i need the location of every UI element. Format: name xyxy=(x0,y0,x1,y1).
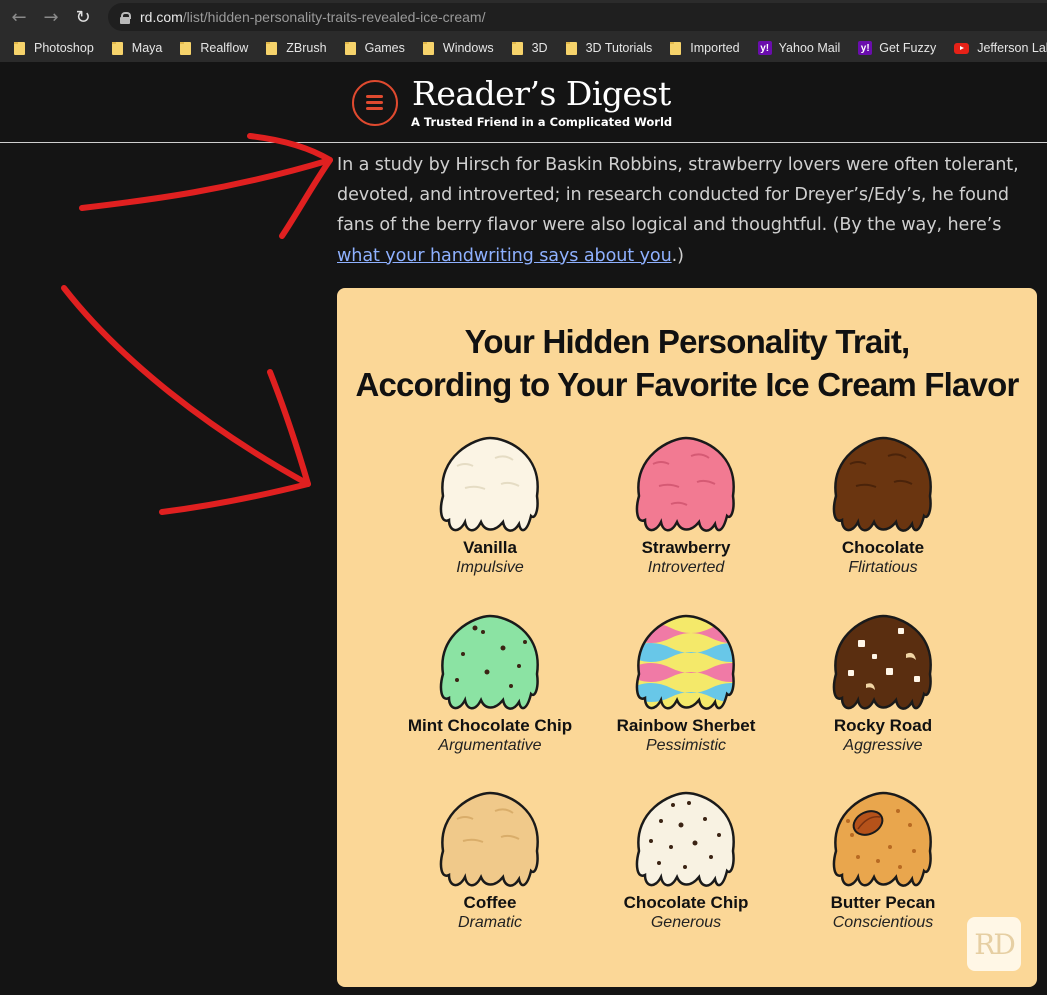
rainbow-sherbet-scoop-icon xyxy=(635,614,735,710)
bookmark-label: 3D xyxy=(531,41,548,55)
flavor-vanilla: Vanilla Impulsive xyxy=(390,436,590,578)
flavor-name: Strawberry xyxy=(641,538,731,557)
flavor-name: Rainbow Sherbet xyxy=(616,716,756,735)
site-header: Reader’s Digest A Trusted Friend in a Co… xyxy=(0,62,1047,143)
flavor-rocky-road: Rocky Road Aggressive xyxy=(783,614,983,756)
arrow-1-head-icon xyxy=(247,133,333,239)
mint-chip-scoop-icon xyxy=(439,614,539,710)
lock-icon xyxy=(120,11,131,24)
reload-icon[interactable]: ↻ xyxy=(70,4,96,30)
bookmark-label: Maya xyxy=(131,41,163,55)
address-bar[interactable]: rd.com/list/hidden-personality-traits-re… xyxy=(108,3,1047,31)
bookmark-maya[interactable]: Maya xyxy=(111,41,163,55)
flavor-trait: Dramatic xyxy=(457,914,522,931)
hamburger-menu-button[interactable] xyxy=(352,80,398,126)
article-paragraph: In a study by Hirsch for Baskin Robbins,… xyxy=(337,150,1037,271)
title-line-2: According to Your Favorite Ice Cream Fla… xyxy=(355,366,1019,403)
site-logo[interactable]: Reader’s Digest xyxy=(412,74,671,113)
flavor-name: Vanilla xyxy=(463,538,517,557)
browser-toolbar: ← → ↻ rd.com/list/hidden-personality-tra… xyxy=(0,0,1047,34)
forward-icon[interactable]: → xyxy=(38,4,64,30)
flavor-name: Mint Chocolate Chip xyxy=(407,716,573,735)
flavor-name: Butter Pecan xyxy=(830,893,936,912)
flavor-trait: Introverted xyxy=(647,559,725,576)
infographic-title: Your Hidden Personality Trait, According… xyxy=(337,320,1037,406)
folder-icon xyxy=(565,41,577,55)
flavor-butter-pecan: Butter Pecan Conscientious xyxy=(783,791,983,933)
title-line-1: Your Hidden Personality Trait, xyxy=(464,323,911,360)
ice-cream-infographic: Your Hidden Personality Trait, According… xyxy=(337,288,1037,987)
bookmark-label: Photoshop xyxy=(34,41,94,55)
bookmark-photoshop[interactable]: Photoshop xyxy=(14,41,94,55)
flavor-trait: Aggressive xyxy=(843,737,923,754)
flavor-trait: Conscientious xyxy=(832,914,934,931)
bookmark-label: ZBrush xyxy=(286,41,327,55)
bookmark-label: Realflow xyxy=(200,41,249,55)
bookmark-label: Imported xyxy=(690,41,740,55)
folder-icon xyxy=(511,41,523,55)
rocky-road-scoop-icon xyxy=(832,614,932,710)
bookmark-label: Yahoo Mail xyxy=(778,41,841,55)
bookmark-3d-tutorials[interactable]: 3D Tutorials xyxy=(565,41,653,55)
paragraph-text: In a study by Hirsch for Baskin Robbins,… xyxy=(337,155,1019,236)
youtube-icon xyxy=(954,42,970,54)
bookmark-zbrush[interactable]: ZBrush xyxy=(266,41,327,55)
bookmark-yahoo-mail[interactable]: y! Yahoo Mail xyxy=(757,41,841,55)
url-text[interactable]: rd.com/list/hidden-personality-traits-re… xyxy=(140,9,485,25)
bookmark-label: Windows xyxy=(442,41,494,55)
vanilla-scoop-icon xyxy=(439,436,539,532)
bookmark-games[interactable]: Games xyxy=(344,41,405,55)
folder-icon xyxy=(14,41,25,55)
flavor-coffee: Coffee Dramatic xyxy=(390,791,590,933)
flavor-mint-chocolate-chip: Mint Chocolate Chip Argumentative xyxy=(390,614,590,756)
flavor-trait: Generous xyxy=(650,914,722,931)
yahoo-icon: y! xyxy=(858,41,873,55)
folder-icon xyxy=(422,41,434,55)
flavor-trait: Flirtatious xyxy=(848,559,918,576)
url-host: rd.com xyxy=(140,9,183,25)
flavor-strawberry: Strawberry Introverted xyxy=(586,436,786,578)
bookmark-realflow[interactable]: Realflow xyxy=(180,41,248,55)
bookmark-label: Games xyxy=(364,41,405,55)
flavor-chocolate-chip: Chocolate Chip Generous xyxy=(586,791,786,933)
yahoo-icon: y! xyxy=(757,41,772,55)
flavor-trait: Impulsive xyxy=(456,559,524,576)
bookmark-label: 3D Tutorials xyxy=(585,41,653,55)
rd-logo-badge: RD xyxy=(967,917,1021,971)
flavor-trait: Pessimistic xyxy=(645,737,726,754)
chocolate-scoop-icon xyxy=(832,436,932,532)
flavor-name: Rocky Road xyxy=(833,716,933,735)
folder-icon xyxy=(180,41,192,55)
back-icon[interactable]: ← xyxy=(6,4,32,30)
bookmark-label: Jefferson Lab xyxy=(977,41,1047,55)
folder-icon xyxy=(344,41,356,55)
bookmarks-bar: Photoshop Maya Realflow ZBrush Games Win… xyxy=(0,34,1047,62)
handwriting-link[interactable]: what your handwriting says about you xyxy=(337,246,672,266)
flavor-name: Chocolate xyxy=(841,538,925,557)
arrow-1-shaft-icon xyxy=(79,157,333,211)
bookmark-label: Get Fuzzy xyxy=(879,41,937,55)
url-path: /list/hidden-personality-traits-revealed… xyxy=(182,9,486,25)
folder-icon xyxy=(670,41,682,55)
bookmark-get-fuzzy[interactable]: y! Get Fuzzy xyxy=(858,41,936,55)
bookmark-3d[interactable]: 3D xyxy=(511,41,548,55)
paragraph-end: .) xyxy=(671,245,684,266)
flavor-trait: Argumentative xyxy=(438,737,542,754)
flavor-name: Chocolate Chip xyxy=(623,893,749,912)
butter-pecan-scoop-icon xyxy=(832,791,932,887)
strawberry-scoop-icon xyxy=(635,436,735,532)
bookmark-windows[interactable]: Windows xyxy=(422,41,494,55)
flavor-rainbow-sherbet: Rainbow Sherbet Pessimistic xyxy=(586,614,786,756)
coffee-scoop-icon xyxy=(439,791,539,887)
folder-icon xyxy=(266,41,278,55)
bookmark-jefferson-lab[interactable]: Jefferson Lab xyxy=(954,41,1047,55)
bookmark-imported[interactable]: Imported xyxy=(670,41,740,55)
flavor-chocolate: Chocolate Flirtatious xyxy=(783,436,983,578)
flavor-name: Coffee xyxy=(463,893,517,912)
folder-icon xyxy=(111,41,123,55)
chocolate-chip-scoop-icon xyxy=(635,791,735,887)
site-tagline: A Trusted Friend in a Complicated World xyxy=(411,115,673,129)
arrow-2-shaft-icon xyxy=(61,285,311,487)
arrow-2-head-icon xyxy=(159,369,311,515)
